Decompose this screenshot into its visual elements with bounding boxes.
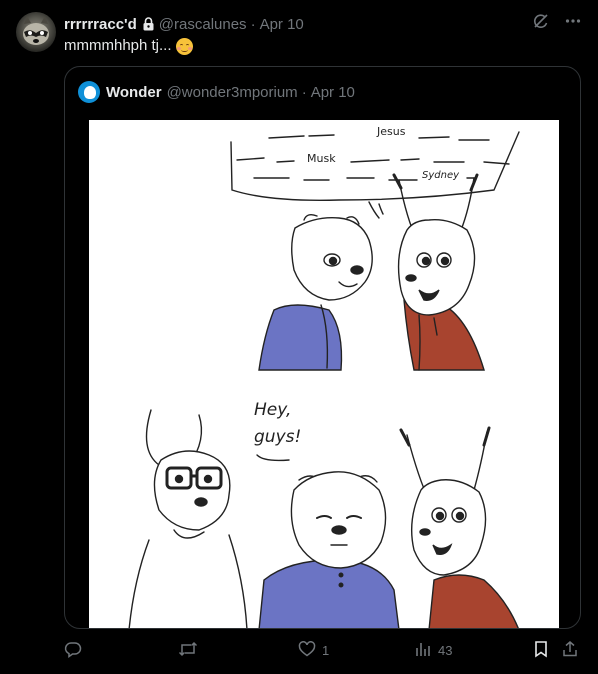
lynx-character-panel2 [399, 426, 519, 628]
share-icon [561, 640, 579, 661]
author-display-name[interactable]: rrrrrracc'd [64, 16, 137, 33]
quoted-author-handle[interactable]: @wonder3mporium [167, 84, 298, 101]
top-actions [532, 12, 582, 30]
author-avatar[interactable] [16, 12, 56, 52]
more-icon[interactable] [564, 12, 582, 30]
post-text-content: mmmmhhph tj... [64, 37, 172, 54]
speech-text-panel2 [256, 454, 290, 462]
post[interactable]: rrrrrracc'd @rascalunes · Apr 10 mmmmhhp… [0, 0, 598, 674]
separator: · [301, 83, 307, 101]
quoted-author-avatar[interactable] [78, 81, 100, 103]
speech-word-musk: Musk [307, 152, 336, 165]
post-date[interactable]: Apr 10 [260, 16, 304, 33]
views-count: 43 [438, 643, 453, 658]
repost-icon [178, 640, 198, 661]
like-button[interactable]: 1 [298, 640, 329, 661]
speech-word-guys: guys! [254, 427, 301, 447]
lynx-character-panel1 [392, 173, 485, 371]
quoted-post-date[interactable]: Apr 10 [311, 84, 355, 101]
comic-image[interactable]: Jesus Musk Sydney Hey, guys! [89, 120, 559, 628]
reply-button[interactable] [64, 640, 88, 661]
like-count: 1 [322, 643, 330, 658]
bookmark-icon [533, 640, 549, 661]
views-button[interactable]: 43 [414, 640, 452, 661]
bookmark-button[interactable] [533, 640, 549, 661]
quoted-author-display-name[interactable]: Wonder [106, 84, 162, 101]
bear-character-panel2 [258, 471, 400, 628]
speech-word-jesus: Jesus [376, 125, 406, 138]
views-icon [414, 640, 432, 661]
quoted-post-header: Wonder @wonder3mporium · Apr 10 [78, 81, 355, 103]
lock-icon [142, 17, 155, 31]
separator: · [250, 15, 256, 33]
smiling-face-with-blush-icon [175, 37, 193, 55]
post-header: rrrrrracc'd @rascalunes · Apr 10 [64, 14, 304, 34]
rabbit-character-panel2 [128, 409, 248, 628]
quoted-post[interactable]: Wonder @wonder3mporium · Apr 10 Jesus Mu… [64, 66, 581, 629]
bear-character-panel1 [258, 213, 373, 371]
author-handle[interactable]: @rascalunes [159, 16, 247, 33]
reply-icon [64, 640, 82, 661]
repost-button[interactable] [178, 640, 204, 661]
grok-icon[interactable] [532, 12, 550, 30]
like-icon [298, 640, 316, 661]
share-button[interactable] [561, 640, 579, 661]
speech-word-sydney: Sydney [422, 170, 460, 181]
post-text: mmmmhhph tj... [64, 36, 193, 56]
speech-word-hey: Hey, [254, 400, 291, 420]
action-bar: 1 43 [64, 640, 582, 664]
